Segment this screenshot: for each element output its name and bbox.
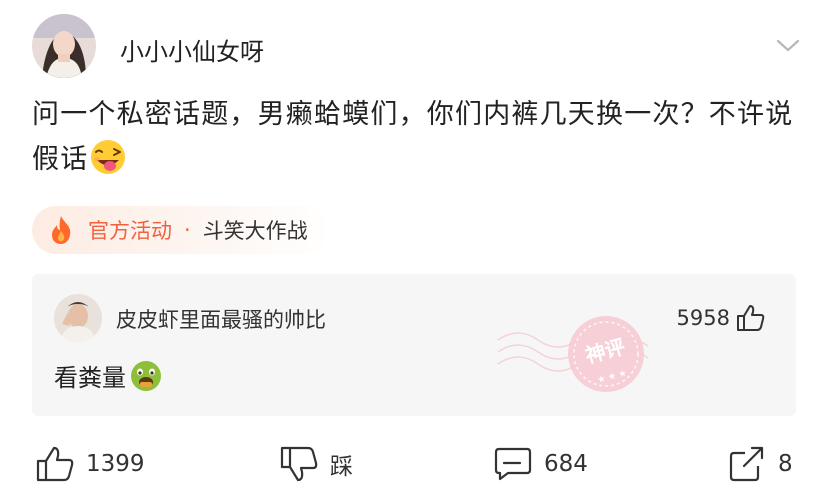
- post-text: 问一个私密话题，男癞蛤蟆们，你们内裤几天换一次？不许说假话: [32, 99, 794, 175]
- share-count: 8: [778, 451, 793, 477]
- comment-like-count: 5958: [676, 306, 730, 330]
- like-count: 1399: [86, 451, 145, 477]
- top-comment[interactable]: 神评 ★ ★ ★ 皮皮虾里面最骚的帅比 5958 看粪量: [32, 274, 796, 416]
- thumbs-up-icon: [737, 305, 765, 331]
- comment-content: 看粪量: [54, 358, 162, 393]
- comment-username[interactable]: 皮皮虾里面最骚的帅比: [116, 304, 326, 334]
- username[interactable]: 小小小仙女呀: [120, 32, 264, 67]
- comment-text: 看粪量: [54, 364, 126, 392]
- thumbs-down-icon: [280, 446, 318, 482]
- activity-tag[interactable]: 官方活动 · 斗笑大作战: [32, 206, 330, 254]
- flame-icon: [52, 216, 71, 244]
- dislike-button[interactable]: 踩: [280, 446, 353, 482]
- comment-user-avatar[interactable]: [54, 294, 102, 342]
- thumbs-up-icon: [36, 446, 74, 482]
- post-header: 小小小仙女呀: [32, 14, 800, 80]
- comment-count: 684: [544, 451, 588, 477]
- dislike-label: 踩: [330, 454, 353, 480]
- share-button[interactable]: 8: [728, 446, 793, 482]
- action-bar: 1399 踩 684 8: [0, 438, 828, 498]
- comment-bubble-icon: [494, 447, 532, 481]
- vomiting-face-emoji-icon: [131, 360, 161, 391]
- activity-name: 斗笑大作战: [202, 219, 308, 243]
- comment-like-button[interactable]: 5958: [677, 304, 766, 332]
- like-button[interactable]: 1399: [36, 446, 145, 482]
- activity-official-label: 官方活动: [88, 219, 172, 243]
- comment-button[interactable]: 684: [494, 446, 588, 482]
- shenping-stamp-icon: 神评 ★ ★ ★: [497, 316, 649, 392]
- activity-separator: ·: [184, 218, 191, 242]
- post-body: 问一个私密话题，男癞蛤蟆们，你们内裤几天换一次？不许说假话: [32, 92, 802, 182]
- winking-tongue-emoji-icon: [91, 140, 126, 174]
- chevron-down-icon[interactable]: [776, 38, 800, 54]
- user-avatar[interactable]: [32, 14, 96, 78]
- share-icon: [729, 446, 764, 482]
